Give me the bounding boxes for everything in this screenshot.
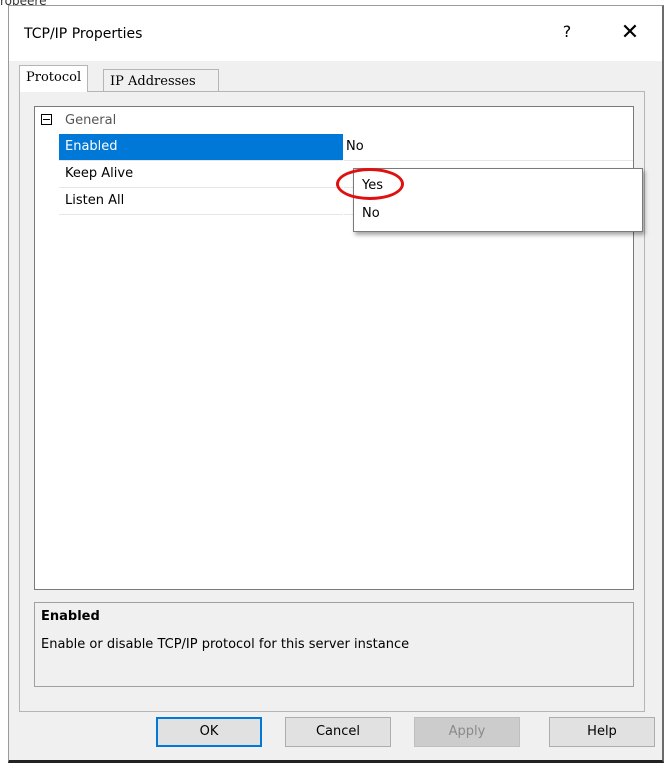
- property-label-keep-alive[interactable]: Keep Alive: [59, 161, 343, 188]
- tab-protocol[interactable]: Protocol: [19, 65, 89, 92]
- ok-button[interactable]: OK: [156, 717, 262, 747]
- enabled-dropdown-list[interactable]: Yes No: [353, 168, 643, 232]
- cancel-button[interactable]: Cancel: [285, 717, 391, 747]
- description-title: Enabled: [41, 609, 100, 624]
- apply-button[interactable]: Apply: [414, 717, 520, 747]
- category-row-general[interactable]: General: [35, 107, 633, 134]
- collapse-icon[interactable]: [41, 114, 52, 125]
- category-label: General: [65, 113, 117, 128]
- dropdown-option-no[interactable]: No: [362, 203, 380, 225]
- help-icon[interactable]: ?: [557, 22, 577, 46]
- description-text: Enable or disable TCP/IP protocol for th…: [41, 637, 410, 652]
- table-row[interactable]: Enabled No: [35, 134, 633, 161]
- close-icon[interactable]: ✕: [617, 20, 643, 46]
- tab-ip-addresses[interactable]: IP Addresses: [103, 69, 219, 93]
- property-value-enabled[interactable]: No: [344, 134, 633, 161]
- property-label-listen-all[interactable]: Listen All: [59, 188, 343, 215]
- description-panel: Enabled Enable or disable TCP/IP protoco…: [34, 602, 634, 687]
- title-bar: TCP/IP Properties ? ✕: [9, 6, 662, 61]
- dropdown-option-yes[interactable]: Yes: [362, 175, 383, 197]
- dialog-title: TCP/IP Properties: [24, 26, 143, 42]
- property-label-enabled[interactable]: Enabled: [59, 134, 343, 161]
- help-button[interactable]: Help: [549, 717, 655, 747]
